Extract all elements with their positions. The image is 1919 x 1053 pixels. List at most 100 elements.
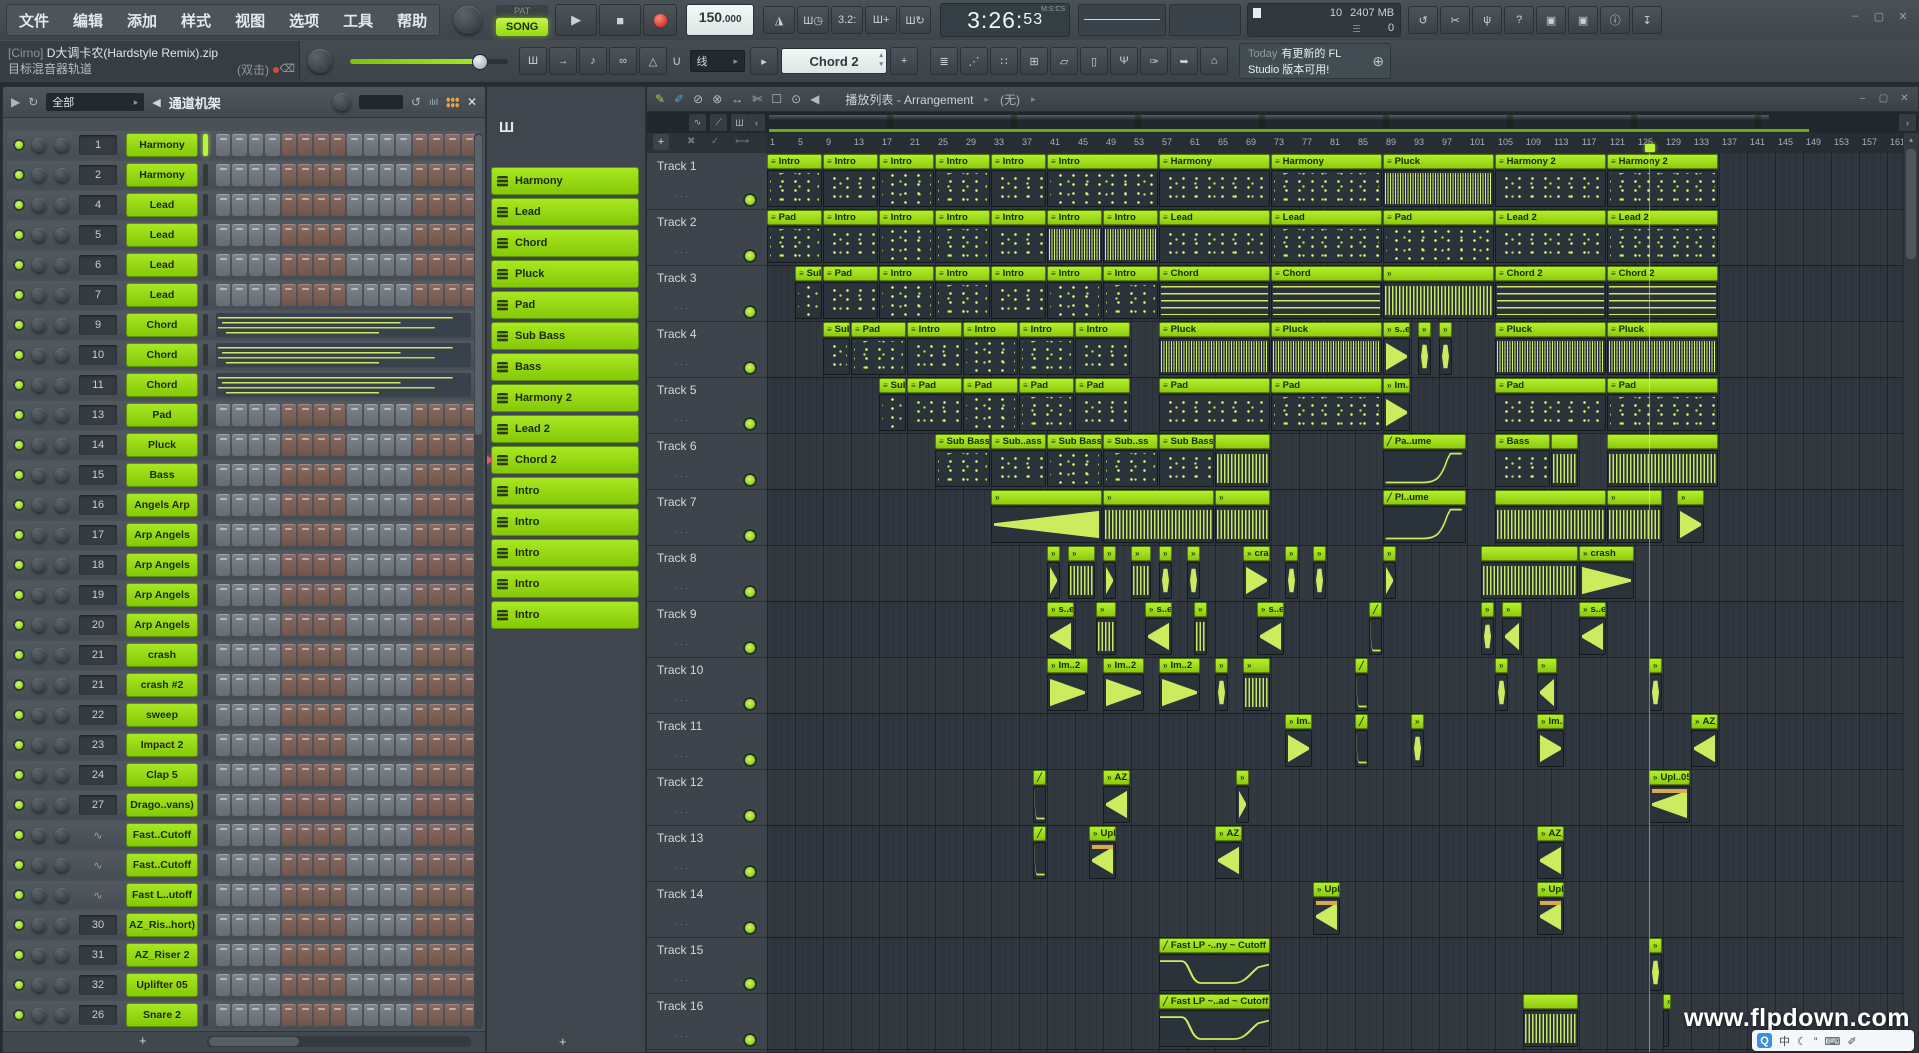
stop-button[interactable]: ■ <box>599 4 641 36</box>
playlist-clip[interactable]: » <box>1649 938 1662 992</box>
step-cell[interactable] <box>249 914 263 936</box>
channel-pan-knob[interactable] <box>32 318 46 332</box>
step-cell[interactable] <box>298 524 312 546</box>
play-button[interactable]: ▶ <box>555 4 597 36</box>
draw-icon[interactable]: ✎ <box>655 92 665 106</box>
step-cell[interactable] <box>314 674 328 696</box>
channel-button[interactable]: Clap 5 <box>126 763 198 787</box>
step-cell[interactable] <box>314 794 328 816</box>
step-cell[interactable] <box>445 524 459 546</box>
step-cell[interactable] <box>232 704 246 726</box>
step-cell[interactable] <box>232 884 246 906</box>
step-cell[interactable] <box>364 464 378 486</box>
track-led[interactable] <box>745 251 755 261</box>
clip-label[interactable]: »Im..2 <box>1383 378 1410 393</box>
playlist-close-button[interactable]: ✕ <box>1897 91 1912 106</box>
pitch-panel[interactable] <box>1078 4 1166 36</box>
channel-led[interactable] <box>15 261 23 269</box>
menu-item-4[interactable]: 视图 <box>235 10 265 31</box>
step-cell[interactable] <box>396 854 410 876</box>
step-cell[interactable] <box>445 1004 459 1026</box>
step-cell[interactable] <box>331 554 345 576</box>
playlist-clip[interactable]: ≡Intro <box>767 154 822 208</box>
step-cell[interactable] <box>331 614 345 636</box>
step-cell[interactable] <box>314 524 328 546</box>
pattern-item[interactable]: Pad <box>491 291 639 319</box>
menu-item-2[interactable]: 添加 <box>127 10 157 31</box>
mixer-track-number[interactable]: 24 <box>79 765 117 785</box>
ime-toolbar[interactable]: Q 中☾”⌨✐ <box>1752 1030 1914 1051</box>
step-cell[interactable] <box>249 674 263 696</box>
playlist-clip[interactable]: »s..ep <box>1145 602 1172 656</box>
stairs-button[interactable]: ⋰ <box>960 47 988 75</box>
clip-label[interactable]: ≡Intro <box>935 210 990 225</box>
step-cell[interactable] <box>331 194 345 216</box>
clip-label[interactable]: » <box>1047 546 1060 561</box>
step-cell[interactable] <box>265 404 279 426</box>
channel-pan-knob[interactable] <box>32 648 46 662</box>
playlist-clip[interactable]: » <box>1495 658 1508 712</box>
step-cell[interactable] <box>265 944 279 966</box>
track-options-dots[interactable]: ··· <box>675 415 690 425</box>
step-cell[interactable] <box>298 914 312 936</box>
step-cell[interactable] <box>232 224 246 246</box>
channel-pan-knob[interactable] <box>32 228 46 242</box>
mixer-track-number[interactable]: 22 <box>79 705 117 725</box>
step-cell[interactable] <box>298 764 312 786</box>
playlist-clip[interactable]: » <box>1607 490 1662 544</box>
playlist-clip[interactable]: »Upl..05 <box>1537 882 1564 936</box>
playlist-clip[interactable]: » <box>991 490 1102 544</box>
arrangement-overview[interactable] <box>769 115 1769 128</box>
step-cell[interactable] <box>249 1004 263 1026</box>
step-cell[interactable] <box>314 914 328 936</box>
step-cell[interactable] <box>232 674 246 696</box>
step-cell[interactable] <box>232 644 246 666</box>
step-cell[interactable] <box>282 764 296 786</box>
clip-label[interactable]: ╱ <box>1355 714 1368 729</box>
piano-roll-preview[interactable] <box>216 343 471 367</box>
channel-pan-knob[interactable] <box>32 168 46 182</box>
step-cell[interactable] <box>265 794 279 816</box>
step-cell[interactable] <box>364 194 378 216</box>
playlist-clip[interactable]: ≡Pluck <box>1383 154 1494 208</box>
clip-label[interactable]: ≡Pad <box>1019 378 1074 393</box>
channel-pan-knob[interactable] <box>32 288 46 302</box>
step-cell[interactable] <box>282 524 296 546</box>
clip-label[interactable]: »AZ_..2 <box>1691 714 1718 729</box>
clip-label[interactable]: » <box>1194 602 1207 617</box>
clip-label[interactable]: »Im..2 <box>1537 714 1564 729</box>
step-cell[interactable] <box>265 974 279 996</box>
step-cell[interactable] <box>314 134 328 156</box>
step-cell[interactable] <box>216 464 230 486</box>
step-cell[interactable] <box>364 734 378 756</box>
step-cell[interactable] <box>445 434 459 456</box>
playlist-clip[interactable]: ≡Pad <box>851 322 906 376</box>
playlist-clip[interactable]: » <box>1187 546 1200 600</box>
channel-selector-slot[interactable] <box>203 224 208 246</box>
clip-label[interactable]: ≡Intro <box>991 154 1046 169</box>
metronome-button[interactable]: ◮ <box>763 6 795 34</box>
step-cell[interactable] <box>298 254 312 276</box>
channel-selector-slot[interactable] <box>203 254 208 276</box>
step-cell[interactable] <box>347 644 361 666</box>
mixer-track-number[interactable]: 15 <box>79 465 117 485</box>
step-cell[interactable] <box>445 614 459 636</box>
step-cell[interactable] <box>331 524 345 546</box>
step-cell[interactable] <box>364 584 378 606</box>
step-cell[interactable] <box>282 464 296 486</box>
clip-label[interactable]: » <box>1187 546 1200 561</box>
channel-volume-knob[interactable] <box>55 318 69 332</box>
step-cell[interactable] <box>216 734 230 756</box>
channel-volume-knob[interactable] <box>55 888 69 902</box>
channel-button[interactable]: Chord <box>126 343 198 367</box>
channel-volume-knob[interactable] <box>55 1008 69 1022</box>
slice-icon[interactable]: ✄ <box>752 92 762 106</box>
track-lane[interactable]: ≡Sub Bass≡Pad≡Intro≡Intro≡Intro≡Intro≡In… <box>767 265 1904 322</box>
step-cell[interactable] <box>413 824 427 846</box>
track-led[interactable] <box>745 979 755 989</box>
playlist-clip[interactable]: » <box>1537 658 1557 712</box>
step-cell[interactable] <box>249 614 263 636</box>
mixer-track-number[interactable]: 14 <box>79 435 117 455</box>
step-cell[interactable] <box>282 824 296 846</box>
playlist-clip[interactable]: ≡Sub Bass <box>879 378 906 432</box>
